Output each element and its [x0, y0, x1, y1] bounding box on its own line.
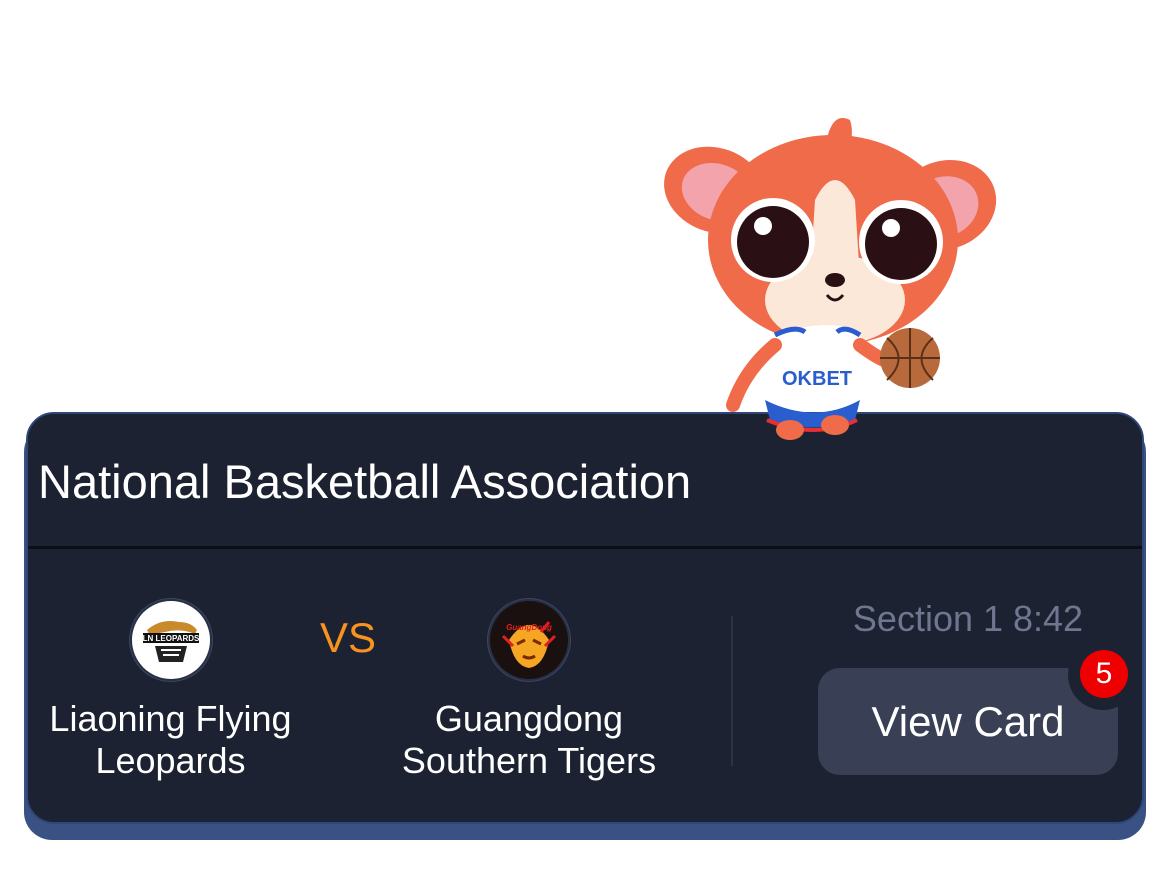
away-team-logo-icon: GuangDong: [487, 598, 571, 682]
match-card: National Basketball Association LN LEOPA…: [26, 412, 1144, 824]
home-logo-text: LN LEOPARDS: [142, 634, 199, 643]
vs-label: VS: [320, 614, 377, 661]
away-team: GuangDong Guangdong Southern Tigers: [378, 598, 680, 782]
jersey-text: OKBET: [782, 368, 852, 390]
away-logo-text: GuangDong: [506, 623, 552, 632]
home-team: LN LEOPARDS Liaoning Flying Leopards: [28, 598, 313, 782]
divider: [731, 616, 733, 766]
league-title: National Basketball Association: [38, 455, 692, 508]
away-team-name: Guangdong Southern Tigers: [401, 698, 657, 781]
okbet-mascot-icon: OKBET: [655, 100, 1005, 445]
match-status: Section 1 8:42: [852, 598, 1084, 639]
home-team-logo-icon: LN LEOPARDS: [128, 598, 213, 682]
home-team-name: Liaoning Flying Leopards: [49, 698, 292, 781]
card-count-badge: 5: [1080, 650, 1128, 698]
